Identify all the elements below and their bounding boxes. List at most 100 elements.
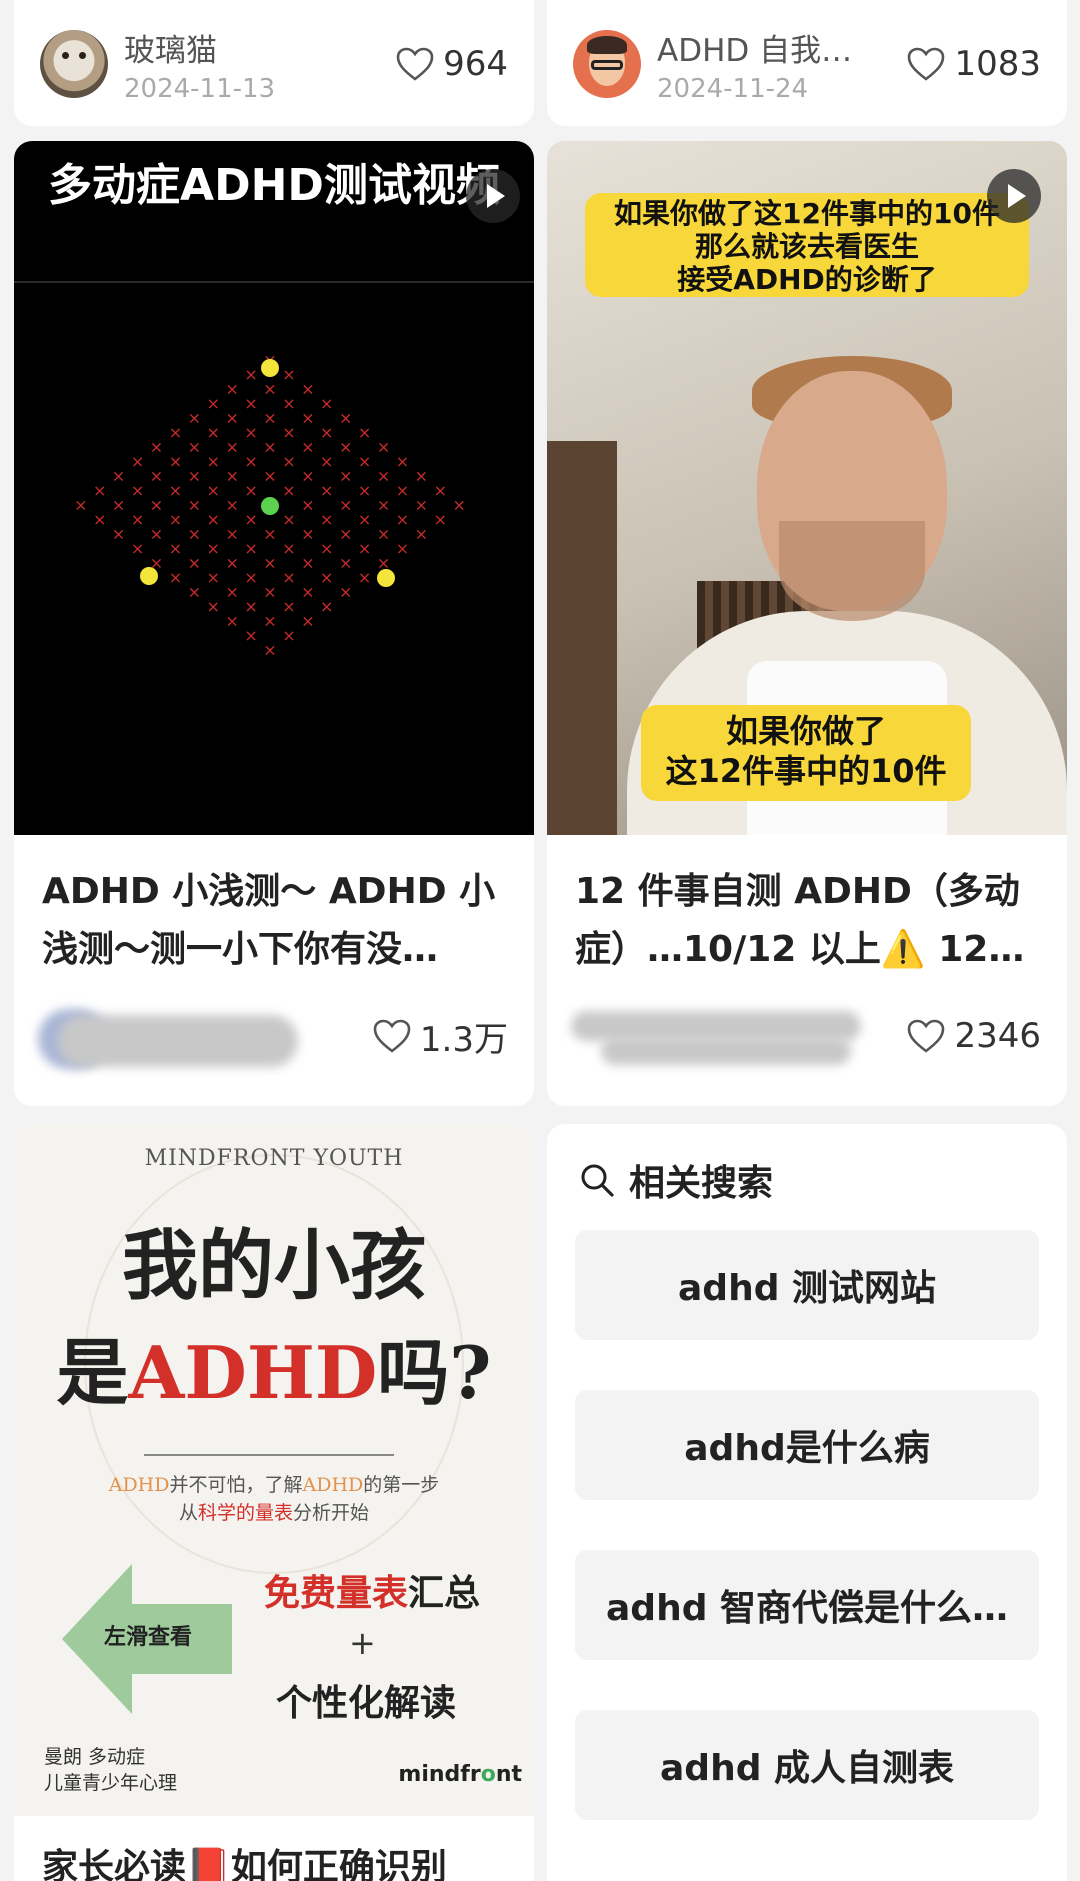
cross-mark: × bbox=[358, 423, 371, 442]
related-search-item[interactable]: adhd 智商代偿是什么… bbox=[575, 1550, 1039, 1660]
cross-mark: × bbox=[225, 583, 238, 602]
related-search-item[interactable]: adhd 成人自测表 bbox=[575, 1710, 1039, 1820]
avatar[interactable] bbox=[573, 30, 641, 98]
cross-mark: × bbox=[301, 525, 314, 544]
play-icon bbox=[987, 169, 1041, 223]
poster-subtitle-2: 从科学的量表分析开始 bbox=[14, 1498, 534, 1525]
avatar[interactable] bbox=[40, 30, 108, 98]
cross-mark: × bbox=[434, 481, 447, 500]
text: o bbox=[480, 1762, 496, 1787]
plus-sign: + bbox=[349, 1624, 376, 1662]
cross-mark: × bbox=[282, 597, 295, 616]
search-icon bbox=[581, 1164, 614, 1197]
heart-icon bbox=[908, 47, 945, 81]
video-thumbnail[interactable]: 多动症ADHD测试视频 × × × × × × × × × × × × × × × × × × × × × × × × × × × ×… bbox=[14, 141, 534, 835]
poster-image[interactable]: MINDFRONT YOUTH 我的小孩 是ADHD吗? ADHD并不可怕，了解… bbox=[14, 1124, 534, 1816]
cross-mark: × bbox=[207, 510, 220, 529]
post-title[interactable]: ADHD 小浅测～ ADHD 小 浅测～测一小下你有没… bbox=[42, 863, 510, 979]
cross-mark: × bbox=[339, 466, 352, 485]
related-search-heading: 相关搜索 bbox=[579, 1154, 773, 1206]
post-card-12-things[interactable]: 如果你做了这12件事中的10件 那么就该去看医生 接受ADHD的诊断了 如果你做… bbox=[547, 141, 1067, 1106]
cross-mark: × bbox=[244, 452, 257, 471]
cross-mark: × bbox=[169, 452, 182, 471]
cross-mark: × bbox=[301, 408, 314, 427]
text: 从 bbox=[178, 1502, 198, 1524]
cross-grid-graphic: × × × × × × × × × × × × × × × × × × × × × × × × × × × × × × × × × × × × × × × ×… bbox=[74, 350, 466, 659]
cross-mark: × bbox=[150, 466, 163, 485]
post-title-line: 12 件事自测 ADHD（多动 bbox=[575, 871, 1020, 912]
text: 曼朗 多动症 bbox=[44, 1746, 146, 1768]
poster-headline: 我的小孩 bbox=[122, 1221, 426, 1310]
cross-mark: × bbox=[188, 408, 201, 427]
cross-mark: × bbox=[112, 496, 125, 515]
cross-mark: × bbox=[244, 365, 257, 384]
cross-mark: × bbox=[396, 539, 409, 558]
related-search-item[interactable]: adhd是什么病 bbox=[575, 1390, 1039, 1500]
post-card-adhd-test-video[interactable]: 多动症ADHD测试视频 × × × × × × × × × × × × × × × × × × × × × × × × × × × ×… bbox=[14, 141, 534, 1106]
author-card-2[interactable]: ADHD 自我… 2024-11-24 1083 bbox=[547, 0, 1067, 126]
text: ADHD bbox=[108, 1474, 170, 1496]
poster-personal: 个性化解读 bbox=[276, 1682, 457, 1724]
like-button[interactable]: 2346 bbox=[906, 1016, 1041, 1056]
text: ADHD bbox=[302, 1474, 364, 1496]
cross-mark: × bbox=[339, 525, 352, 544]
like-button[interactable]: 1083 bbox=[906, 44, 1041, 84]
blurred-author[interactable] bbox=[38, 1001, 372, 1071]
target-dot bbox=[140, 567, 158, 585]
like-count: 1083 bbox=[954, 44, 1041, 84]
text: 儿童青少年心理 bbox=[44, 1772, 178, 1794]
caption-banner-bottom: 如果你做了 这12件事中的10件 bbox=[641, 705, 971, 801]
like-button[interactable]: 1.3万 bbox=[372, 1012, 508, 1061]
text: 那么就该去看医生 bbox=[694, 230, 919, 263]
cross-mark: × bbox=[169, 423, 182, 442]
cross-mark: × bbox=[207, 597, 220, 616]
like-button[interactable]: 964 bbox=[395, 44, 508, 84]
related-search-item[interactable]: adhd 测试网站 bbox=[575, 1230, 1039, 1340]
post-title-line: 浅测～测一小下你有没… bbox=[42, 929, 439, 970]
cross-mark: × bbox=[263, 554, 276, 573]
mindfront-logo: mindfront bbox=[398, 1762, 522, 1787]
author-name[interactable]: 玻璃猫 bbox=[124, 25, 395, 70]
video-thumbnail[interactable]: 如果你做了这12件事中的10件 那么就该去看医生 接受ADHD的诊断了 如果你做… bbox=[547, 141, 1067, 835]
heading-text: 相关搜索 bbox=[629, 1163, 774, 1204]
cross-mark: × bbox=[377, 496, 390, 515]
post-title[interactable]: 家长必读📕如何正确识别 bbox=[42, 1838, 447, 1881]
cross-mark: × bbox=[207, 539, 220, 558]
poster-brand: MINDFRONT YOUTH bbox=[144, 1146, 404, 1171]
cross-mark: × bbox=[358, 539, 371, 558]
cross-mark: × bbox=[188, 437, 201, 456]
post-card-poster[interactable]: MINDFRONT YOUTH 我的小孩 是ADHD吗? ADHD并不可怕，了解… bbox=[14, 1124, 534, 1881]
cross-mark: × bbox=[188, 525, 201, 544]
cross-mark: × bbox=[339, 496, 352, 515]
cross-mark: × bbox=[301, 496, 314, 515]
cross-mark: × bbox=[93, 481, 106, 500]
cross-mark: × bbox=[263, 525, 276, 544]
text: 是 bbox=[56, 1330, 129, 1415]
cross-mark: × bbox=[150, 437, 163, 456]
cross-mark: × bbox=[131, 510, 144, 529]
cross-mark: × bbox=[188, 554, 201, 573]
cross-mark: × bbox=[358, 481, 371, 500]
target-dot bbox=[261, 497, 279, 515]
text: 吗? bbox=[377, 1330, 492, 1415]
divider bbox=[144, 1454, 394, 1456]
author-name[interactable]: ADHD 自我… bbox=[657, 25, 906, 70]
cross-mark: × bbox=[93, 510, 106, 529]
blurred-author[interactable] bbox=[571, 1001, 906, 1071]
author-card-1[interactable]: 玻璃猫 2024-11-13 964 bbox=[14, 0, 534, 126]
cross-mark: × bbox=[415, 466, 428, 485]
cross-mark: × bbox=[207, 394, 220, 413]
cross-mark: × bbox=[415, 525, 428, 544]
cross-mark: × bbox=[188, 496, 201, 515]
cross-mark: × bbox=[244, 626, 257, 645]
cross-mark: × bbox=[263, 466, 276, 485]
cross-mark: × bbox=[207, 568, 220, 587]
cross-mark: × bbox=[244, 568, 257, 587]
cross-mark: × bbox=[244, 394, 257, 413]
cross-mark: × bbox=[112, 525, 125, 544]
post-date: 2024-11-13 bbox=[124, 73, 276, 104]
author-meta: ADHD 自我… 2024-11-24 bbox=[657, 25, 906, 104]
cross-mark: × bbox=[339, 583, 352, 602]
post-title[interactable]: 12 件事自测 ADHD（多动 症）…10/12 以上⚠️ 12… bbox=[575, 863, 1043, 979]
post-footer: 1.3万 bbox=[38, 996, 508, 1076]
